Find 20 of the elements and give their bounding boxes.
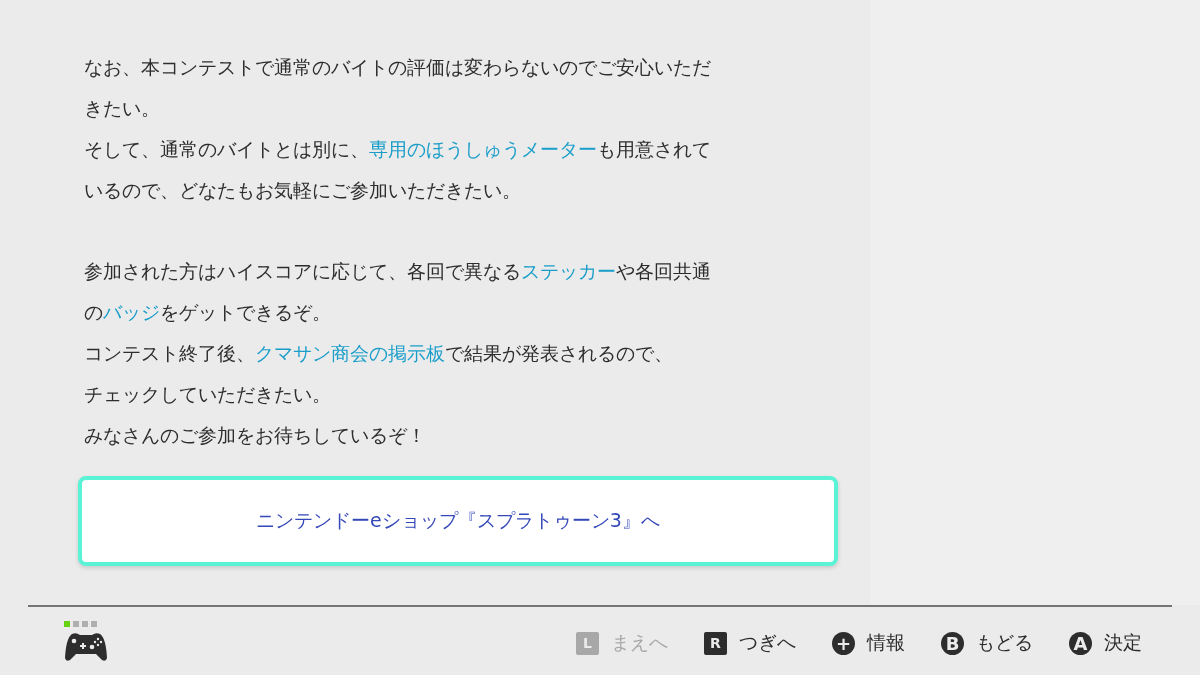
button-hint[interactable]: A 決定	[1069, 630, 1142, 656]
body-text: そして、通常のバイトとは別に、専用のほうしゅうメーター も用意されて	[84, 137, 712, 162]
key-icon: A	[1069, 631, 1092, 655]
body-text: なお、本コンテストで通常のバイトの評価は変わらないのでご安心いただ	[84, 55, 712, 80]
key-icon: R	[704, 631, 727, 655]
body-text: チェックしていただきたい。	[84, 382, 332, 407]
body-text: いるので、どなたもお気軽にご参加いただきたい。	[84, 178, 522, 203]
body-text: きたい。	[84, 96, 161, 121]
button-hint[interactable]: B もどる	[941, 630, 1033, 656]
body-text: 参加された方はハイスコアに応じて、各回で異なるステッカーや各回共通	[84, 259, 712, 284]
body-text: コンテスト終了後、クマサン商会の掲示板で結果が発表されるので、	[84, 341, 674, 366]
button-hint[interactable]: R つぎへ	[704, 630, 796, 656]
key-icon: +	[832, 631, 855, 655]
key-icon: B	[941, 631, 964, 655]
button-hint[interactable]: + 情報	[832, 630, 905, 656]
body-text: のバッジをゲットできるぞ。	[84, 300, 332, 325]
key-icon: L	[576, 631, 599, 655]
eshop-button[interactable]: ニンテンドーeショップ『スプラトゥーン3』へ	[78, 476, 838, 566]
gamepad-icon	[64, 631, 108, 662]
body-text: みなさんのご参加をお待ちしているぞ！	[84, 423, 427, 448]
